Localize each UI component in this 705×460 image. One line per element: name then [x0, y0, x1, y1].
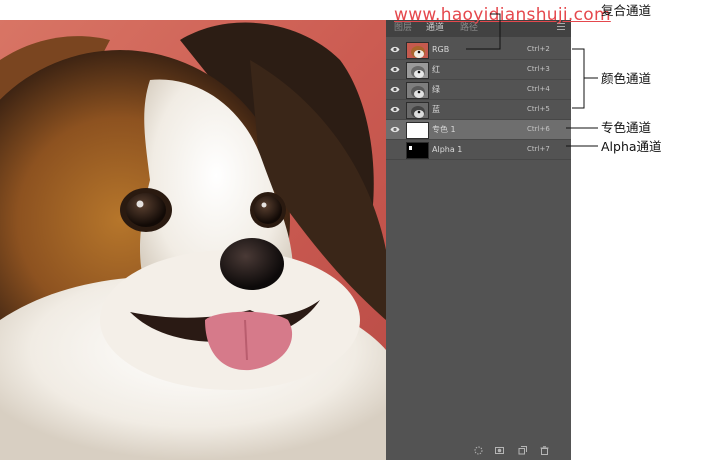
- annotation-spot-channel: 专色通道: [601, 120, 652, 135]
- channel-thumbnail-alpha: [406, 142, 429, 159]
- canvas-photo: [0, 20, 386, 460]
- channels-panel: 图层 通道 路径 RGB Ctrl+2 红 Ctrl+3 绿 Ctrl+4 蓝 …: [386, 20, 571, 460]
- channel-row-rgb[interactable]: RGB Ctrl+2: [386, 40, 571, 60]
- channel-shortcut: Ctrl+3: [527, 65, 550, 73]
- panel-footer: [386, 440, 571, 460]
- channel-shortcut: Ctrl+5: [527, 105, 550, 113]
- eye-icon[interactable]: [390, 45, 400, 54]
- channel-thumbnail-green: [406, 82, 429, 99]
- annotation-alpha-channel: Alpha通道: [601, 139, 662, 154]
- save-selection-icon[interactable]: [495, 446, 504, 455]
- channel-shortcut: Ctrl+7: [527, 145, 550, 153]
- channel-label: Alpha 1: [432, 145, 463, 154]
- delete-icon[interactable]: [540, 446, 549, 455]
- channel-thumbnail-spot: [406, 122, 429, 139]
- channel-row-alpha[interactable]: Alpha 1 Ctrl+7: [386, 140, 571, 160]
- load-selection-icon[interactable]: [474, 446, 483, 455]
- new-channel-icon[interactable]: [518, 446, 527, 455]
- channel-shortcut: Ctrl+6: [527, 125, 550, 133]
- annotation-composite-channel: 复合通道: [601, 3, 652, 18]
- channel-label: 绿: [432, 85, 440, 94]
- channel-label: 红: [432, 65, 440, 74]
- channel-row-green[interactable]: 绿 Ctrl+4: [386, 80, 571, 100]
- dog-image: [0, 20, 386, 460]
- channel-label: RGB: [432, 45, 450, 54]
- eye-icon[interactable]: [390, 85, 400, 94]
- channel-row-spot[interactable]: 专色 1 Ctrl+6: [386, 120, 571, 140]
- channel-thumbnail-rgb: [406, 42, 429, 59]
- eye-icon[interactable]: [390, 125, 400, 134]
- channel-shortcut: Ctrl+4: [527, 85, 550, 93]
- annotation-color-channels: 颜色通道: [601, 71, 652, 86]
- channel-label: 专色 1: [432, 125, 456, 134]
- watermark: www.haoyidianshuji.com: [394, 5, 611, 25]
- channel-row-blue[interactable]: 蓝 Ctrl+5: [386, 100, 571, 120]
- channel-shortcut: Ctrl+2: [527, 45, 550, 53]
- eye-icon[interactable]: [390, 105, 400, 114]
- channel-label: 蓝: [432, 105, 440, 114]
- visibility-toggle-empty[interactable]: [390, 145, 400, 154]
- channel-thumbnail-red: [406, 62, 429, 79]
- channel-row-red[interactable]: 红 Ctrl+3: [386, 60, 571, 80]
- callout-bracket-color: [572, 48, 585, 109]
- eye-icon[interactable]: [390, 65, 400, 74]
- channel-thumbnail-blue: [406, 102, 429, 119]
